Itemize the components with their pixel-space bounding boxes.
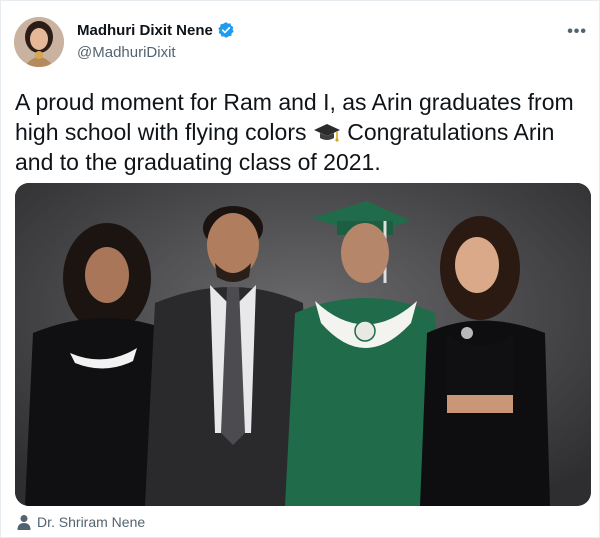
graduation-cap-icon (313, 124, 340, 142)
author-handle[interactable]: @MadhuriDixit (77, 44, 176, 61)
person-icon (17, 515, 31, 530)
tweet-card: Madhuri Dixit Nene @MadhuriDixit ••• A p… (0, 0, 600, 538)
avatar[interactable] (14, 17, 64, 67)
author-name-row: Madhuri Dixit Nene (77, 21, 235, 39)
tweet-text: A proud moment for Ram and I, as Arin gr… (15, 87, 590, 177)
author-display-name[interactable]: Madhuri Dixit Nene (77, 22, 213, 39)
tagged-user-name: Dr. Shriram Nene (37, 514, 146, 530)
tagged-user[interactable]: Dr. Shriram Nene (17, 514, 145, 530)
tweet-photo[interactable] (15, 183, 591, 506)
more-horizontal-icon[interactable]: ••• (567, 23, 587, 41)
verified-badge-icon (218, 22, 234, 38)
